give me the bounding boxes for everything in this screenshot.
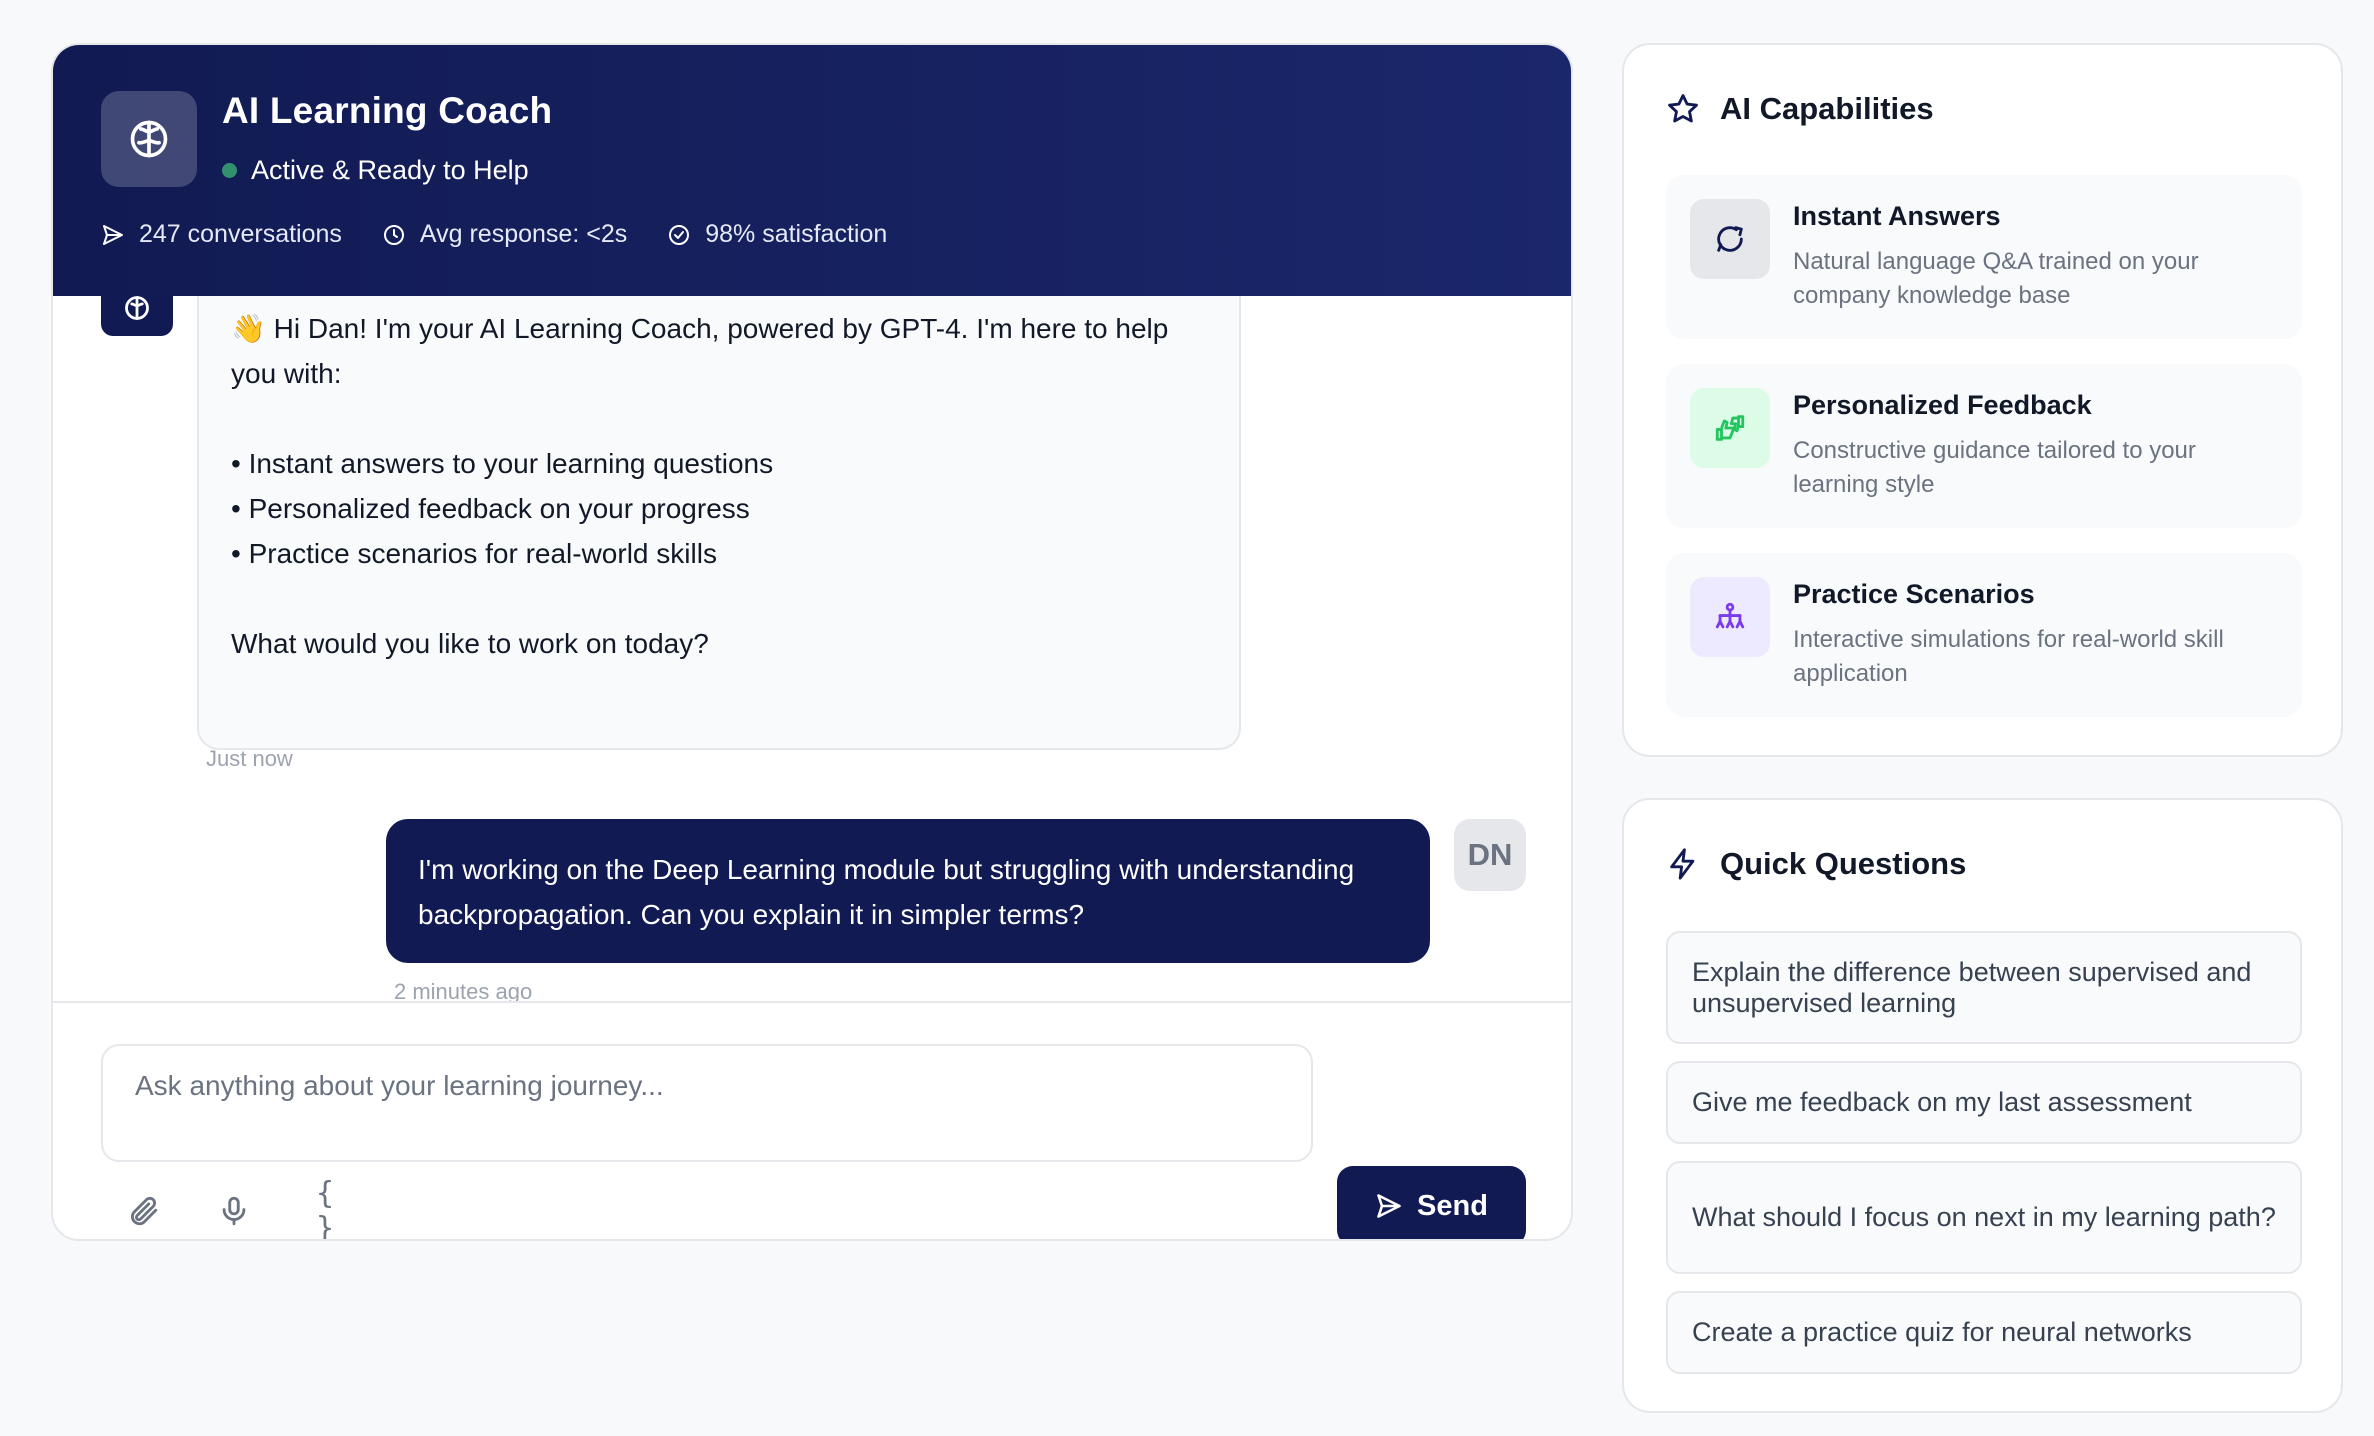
microphone-icon [222,1196,246,1226]
send-icon [1377,1194,1401,1218]
chat-panel: AI Learning Coach Active & Ready to Help… [51,43,1573,1241]
quick-questions-panel: Quick Questions Explain the difference b… [1622,798,2343,1413]
user-avatar: DN [1454,819,1526,891]
capabilities-title-text: AI Capabilities [1720,91,1934,126]
voice-input-button[interactable] [208,1185,260,1237]
user-message-time: 2 minutes ago [394,979,533,1001]
send-button[interactable]: Send [1337,1166,1526,1239]
send-button-label: Send [1417,1189,1488,1222]
composer: { } Send [53,1001,1571,1239]
attach-button[interactable] [117,1185,169,1237]
stats-row: 247 conversations Avg response: <2s 98% … [101,220,887,249]
capability-name: Personalized Feedback [1793,390,2092,420]
paperclip-icon [130,1196,158,1226]
chat-header: AI Learning Coach Active & Ready to Help… [53,45,1571,296]
status-line: Active & Ready to Help [222,155,529,186]
chat-bubble-icon [1717,226,1743,252]
capability-icon-box [1690,577,1770,657]
capability-instant-answers: Instant Answers Natural language Q&A tra… [1666,175,2302,339]
status-text: Active & Ready to Help [251,155,529,185]
brain-icon [125,296,149,320]
capability-description: Interactive simulations for real-world s… [1793,626,2224,687]
bot-closing: What would you like to work on today? [231,628,709,659]
stat-conversations: 247 conversations [101,220,342,249]
capability-practice-scenarios: Practice Scenarios Interactive simulatio… [1666,553,2302,717]
capability-description: Natural language Q&A trained on your com… [1793,248,2199,309]
capability-personalized-feedback: Personalized Feedback Constructive guida… [1666,364,2302,528]
stat-satisfaction-text: 98% satisfaction [705,220,888,248]
bot-avatar [101,296,173,336]
stat-response: Avg response: <2s [382,220,627,249]
stat-conversations-text: 247 conversations [139,220,342,248]
thumbs-icon [1715,415,1745,441]
coach-avatar [101,91,197,187]
bot-bullet: • Practice scenarios for real-world skil… [231,538,717,569]
quick-questions-title-text: Quick Questions [1720,846,1967,881]
quick-question-button[interactable]: Create a practice quiz for neural networ… [1666,1291,2302,1374]
quick-questions-title: Quick Questions [1666,846,1966,882]
bot-greeting: 👋 Hi Dan! I'm your AI Learning Coach, po… [231,313,1169,389]
clock-icon [383,224,404,245]
user-message-bubble: I'm working on the Deep Learning module … [386,819,1430,963]
bot-bullet: • Personalized feedback on your progress [231,493,750,524]
network-icon [1715,602,1745,629]
capability-description: Constructive guidance tailored to your l… [1793,437,2196,498]
lightning-icon [1670,848,1695,880]
code-snippet-button[interactable]: { } [299,1176,351,1239]
capability-icon-box [1690,199,1770,279]
stat-response-text: Avg response: <2s [419,220,628,248]
message-input[interactable] [101,1044,1313,1162]
quick-question-button[interactable]: Give me feedback on my last assessment [1666,1061,2302,1144]
message-list[interactable]: 👋 Hi Dan! I'm your AI Learning Coach, po… [53,296,1571,1001]
capability-name: Instant Answers [1793,201,2001,231]
bot-message-bubble: 👋 Hi Dan! I'm your AI Learning Coach, po… [197,296,1241,750]
quick-question-button[interactable]: What should I focus on next in my learni… [1666,1161,2302,1274]
capabilities-title: AI Capabilities [1666,91,1934,127]
code-braces-icon: { } [315,1176,335,1241]
capability-icon-box [1690,388,1770,468]
brain-icon [130,120,168,158]
status-dot-icon [222,163,237,178]
send-icon [103,224,123,245]
bot-bullet: • Instant answers to your learning quest… [231,448,774,479]
bot-message-time: Just now [206,746,293,771]
page-title: AI Learning Coach [222,90,553,131]
star-icon [1668,94,1698,123]
stat-satisfaction: 98% satisfaction [667,220,887,249]
quick-question-button[interactable]: Explain the difference between supervise… [1666,931,2302,1044]
capability-name: Practice Scenarios [1793,579,2035,609]
check-circle-icon [669,224,690,245]
capabilities-panel: AI Capabilities Instant Answers Natural … [1622,43,2343,757]
